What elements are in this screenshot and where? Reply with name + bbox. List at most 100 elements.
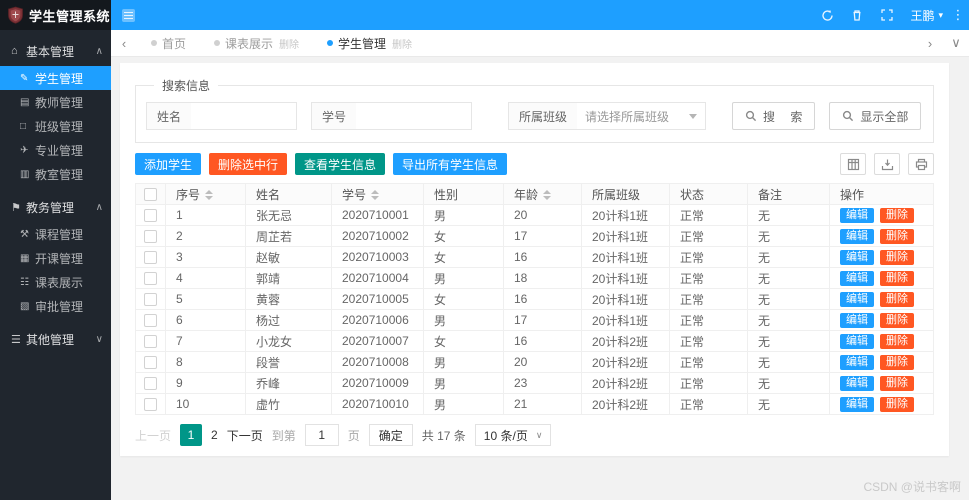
delete-button[interactable]: 删除 — [880, 354, 914, 370]
sidebar-item-teachers[interactable]: ▤ 教师管理 — [0, 90, 111, 114]
row-checkbox[interactable] — [144, 251, 157, 265]
sidebar-item-label: 班级管理 — [35, 119, 84, 134]
edit-button[interactable]: 编辑 — [840, 207, 874, 223]
sort-icon[interactable] — [371, 190, 380, 201]
sort-icon[interactable] — [543, 190, 552, 201]
row-checkbox[interactable] — [144, 293, 157, 307]
sidebar-group-other[interactable]: ☰ 其他管理 ∨ — [0, 324, 111, 354]
show-all-button[interactable]: 显示全部 — [829, 102, 922, 130]
delete-button[interactable]: 删除 — [880, 249, 914, 265]
tab-home[interactable]: 首页 — [137, 30, 200, 57]
sidebar-item-majors[interactable]: ✈ 专业管理 — [0, 138, 111, 162]
sidebar-group-academic[interactable]: ⚑ 教务管理 ∧ — [0, 192, 111, 222]
delete-selected-button[interactable]: 删除选中行 — [209, 153, 288, 175]
sidebar-item-timetable[interactable]: ☷ 课表展示 — [0, 270, 111, 294]
delete-button[interactable]: 删除 — [880, 270, 914, 286]
export-icon[interactable] — [874, 153, 900, 175]
tab-bar: ‹ 首页 课表展示 删除 学生管理 删除 › ∨ — [111, 30, 969, 57]
sidebar-item-label: 课程管理 — [35, 227, 84, 242]
sidebar-item-course-offering[interactable]: ▦ 开课管理 — [0, 246, 111, 270]
student-id-input[interactable] — [356, 103, 472, 129]
delete-button[interactable]: 删除 — [880, 228, 914, 244]
collapse-menu-icon[interactable] — [111, 0, 145, 30]
building-icon: ▥ — [20, 168, 30, 180]
tab-scroll-right-icon[interactable]: › — [917, 36, 943, 51]
refresh-icon[interactable] — [812, 0, 842, 30]
col-sex: 性别 — [434, 187, 459, 202]
view-student-button[interactable]: 查看学生信息 — [295, 153, 386, 175]
edit-button[interactable]: 编辑 — [840, 291, 874, 307]
edit-button[interactable]: 编辑 — [840, 249, 874, 265]
page-size-select[interactable]: 10 条/页 ∨ — [474, 424, 552, 446]
name-input[interactable] — [191, 103, 297, 129]
table-row: 4 郭靖 2020710004 男 18 20计科1班 正常 无 编辑 删除 — [135, 267, 934, 289]
chevron-down-icon: ∨ — [95, 333, 103, 345]
tab-label: 课表展示 — [225, 36, 274, 51]
select-all-checkbox[interactable] — [144, 188, 157, 202]
sidebar-item-approval[interactable]: ▧ 审批管理 — [0, 294, 111, 318]
tab-scroll-left-icon[interactable]: ‹ — [111, 36, 137, 51]
tab-student-management[interactable]: 学生管理 删除 — [313, 30, 426, 57]
row-checkbox[interactable] — [144, 398, 157, 412]
flag-icon: ⚑ — [11, 201, 21, 214]
row-checkbox[interactable] — [144, 335, 157, 349]
row-checkbox[interactable] — [144, 314, 157, 328]
total-count-label: 共 17 条 — [421, 428, 466, 443]
edit-button[interactable]: 编辑 — [840, 333, 874, 349]
edit-button[interactable]: 编辑 — [840, 375, 874, 391]
sidebar-item-classes[interactable]: □ 班级管理 — [0, 114, 111, 138]
sort-icon[interactable] — [205, 190, 214, 201]
sidebar-item-label: 开课管理 — [35, 251, 84, 266]
next-page-button[interactable]: 下一页 — [227, 427, 263, 444]
tab-menu-icon[interactable]: ∨ — [943, 35, 969, 51]
tab-dot — [214, 40, 221, 46]
delete-button[interactable]: 删除 — [880, 333, 914, 349]
page-2-button[interactable]: 2 — [211, 428, 218, 442]
col-age: 年龄 — [514, 187, 539, 202]
class-select[interactable]: 请选择所属班级 — [577, 103, 705, 129]
row-checkbox[interactable] — [144, 272, 157, 286]
delete-button[interactable]: 删除 — [880, 207, 914, 223]
edit-button[interactable]: 编辑 — [840, 312, 874, 328]
row-checkbox[interactable] — [144, 377, 157, 391]
sidebar-item-students[interactable]: ✎ 学生管理 — [0, 66, 111, 90]
edit-button[interactable]: 编辑 — [840, 396, 874, 412]
print-icon[interactable] — [908, 153, 934, 175]
pencil-icon: ✎ — [20, 72, 29, 84]
row-checkbox[interactable] — [144, 209, 157, 223]
delete-button[interactable]: 删除 — [880, 375, 914, 391]
table-toolbar: 添加学生 删除选中行 查看学生信息 导出所有学生信息 — [135, 153, 934, 175]
table-row: 7 小龙女 2020710007 女 16 20计科2班 正常 无 编辑 删除 — [135, 330, 934, 352]
col-no: 序号 — [176, 187, 201, 202]
sidebar-item-rooms[interactable]: ▥ 教室管理 — [0, 162, 111, 186]
tab-close[interactable]: 删除 — [392, 36, 412, 51]
home-icon: ⌂ — [11, 45, 18, 57]
filter-columns-icon[interactable] — [840, 153, 866, 175]
search-button[interactable]: 搜 索 — [732, 102, 816, 130]
goto-confirm-button[interactable]: 确定 — [368, 424, 413, 446]
sidebar-item-courses[interactable]: ⚒ 课程管理 — [0, 222, 111, 246]
tab-close[interactable]: 删除 — [279, 36, 299, 51]
more-icon[interactable]: ⋮ — [951, 7, 969, 23]
clear-cache-icon[interactable] — [842, 0, 872, 30]
current-page[interactable]: 1 — [180, 424, 203, 446]
edit-button[interactable]: 编辑 — [840, 228, 874, 244]
prev-page-button[interactable]: 上一页 — [135, 427, 171, 444]
row-checkbox[interactable] — [144, 230, 157, 244]
add-student-button[interactable]: 添加学生 — [135, 153, 202, 175]
edit-button[interactable]: 编辑 — [840, 270, 874, 286]
sidebar-item-label: 审批管理 — [35, 299, 84, 314]
export-all-button[interactable]: 导出所有学生信息 — [393, 153, 508, 175]
content-card: 搜索信息 姓名 学号 所属班级 请选择所属班级 搜 索 显示全部 添加学生 删除… — [120, 63, 949, 456]
row-checkbox[interactable] — [144, 356, 157, 370]
user-menu[interactable]: 王鹏 ▾ — [902, 0, 951, 30]
delete-button[interactable]: 删除 — [880, 312, 914, 328]
fullscreen-icon[interactable] — [872, 0, 902, 30]
tab-label: 首页 — [162, 36, 187, 51]
delete-button[interactable]: 删除 — [880, 291, 914, 307]
edit-button[interactable]: 编辑 — [840, 354, 874, 370]
sidebar-group-basic[interactable]: ⌂ 基本管理 ∧ — [0, 36, 111, 66]
delete-button[interactable]: 删除 — [880, 396, 914, 412]
tab-timetable[interactable]: 课表展示 删除 — [200, 30, 313, 57]
goto-page-input[interactable] — [304, 424, 339, 446]
